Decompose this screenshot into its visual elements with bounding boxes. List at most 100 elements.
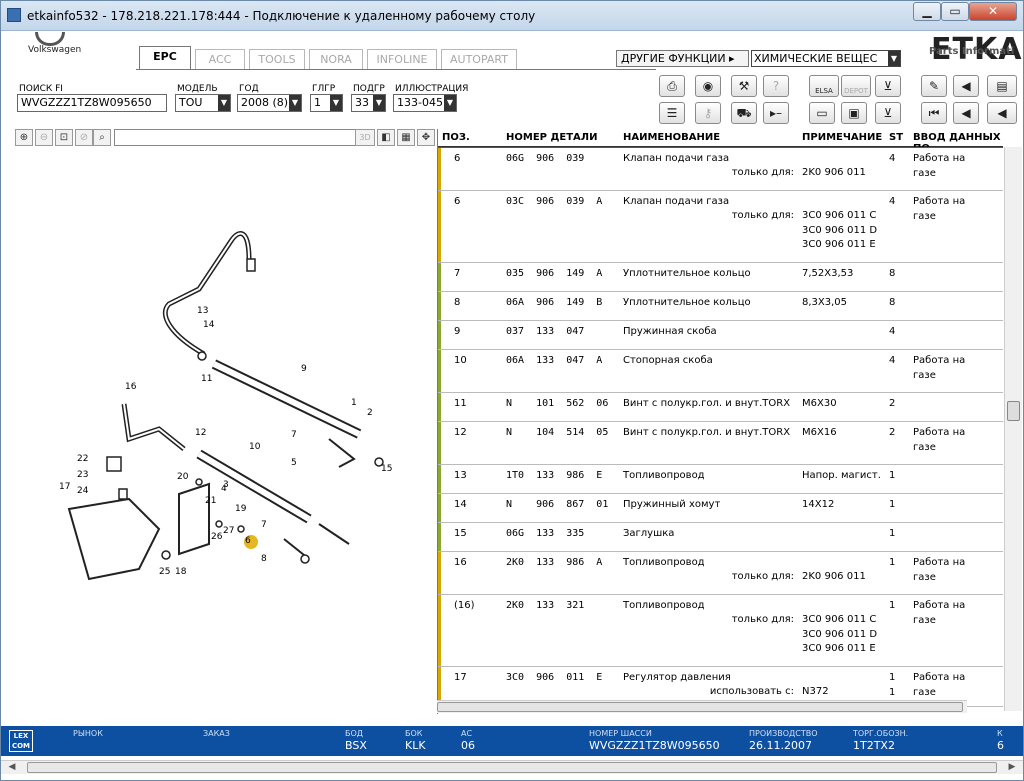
prev-page-icon[interactable]: ◀ [953, 102, 979, 124]
table-row[interactable]: 12 N 104 514 05 Винт с полукр.гол. и внут.… [438, 422, 1003, 465]
elsa-button[interactable]: ELSA [809, 75, 839, 97]
callout-label[interactable]: 6 [245, 536, 251, 546]
monitor-icon[interactable]: ▭ [809, 102, 835, 124]
zoom-in-icon[interactable]: ⊕ [15, 129, 33, 146]
chevron-down-icon[interactable]: ▼ [444, 95, 456, 111]
callout-label[interactable]: 17 [59, 482, 70, 492]
callout-label[interactable]: 22 [77, 454, 88, 464]
chevron-down-icon[interactable]: ▼ [289, 95, 301, 111]
tab-acc[interactable]: ACC [195, 49, 245, 69]
arrow-line-icon[interactable]: ▸– [763, 102, 789, 124]
tab-infoline[interactable]: INFOLINE [367, 49, 437, 69]
forward-list-icon[interactable]: ▤ [987, 75, 1017, 97]
other-functions-button[interactable]: ДРУГИЕ ФУНКЦИИ ▸ [616, 50, 749, 67]
parts-illustration[interactable]: 13 14 11 9 16 12 10 7 5 1 2 15 22 23 24 17 20 21 3 19 27 26 7 6… [9, 149, 435, 714]
callout-label[interactable]: 21 [205, 496, 216, 506]
table-row[interactable]: 11 N 101 562 06 Винт с полукр.гол. и внут.… [438, 393, 1003, 422]
callout-label[interactable]: 24 [77, 486, 89, 496]
chevron-down-icon[interactable]: ▼ [373, 95, 385, 111]
tools-icon[interactable]: ⚒ [731, 75, 757, 97]
depot-button[interactable]: DEPOT [841, 75, 871, 97]
drawing-search-input[interactable] [114, 129, 357, 146]
group-select[interactable]: 1 ▼ [310, 94, 343, 112]
minimize-button[interactable]: ▁ [913, 2, 941, 21]
callout-label[interactable]: 1 [351, 398, 357, 408]
callout-label[interactable]: 8 [261, 554, 267, 564]
scroll-thumb[interactable] [437, 702, 963, 712]
list-icon[interactable]: ☰ [659, 102, 685, 124]
callout-label[interactable]: 9 [301, 364, 307, 374]
layout-icon[interactable]: ▦ [397, 129, 415, 146]
back-list-icon[interactable]: ◀ [953, 75, 979, 97]
cart-add-icon[interactable]: ⊻ [875, 102, 901, 124]
zoom-reset-icon[interactable]: ⊘ [75, 129, 93, 146]
callout-label[interactable]: 5 [291, 458, 297, 468]
callout-label[interactable]: 18 [175, 567, 187, 577]
cart-icon[interactable]: ⊻ [875, 75, 901, 97]
callout-label[interactable]: 26 [211, 532, 223, 542]
callout-label[interactable]: 11 [201, 374, 212, 384]
chevron-down-icon[interactable]: ▼ [218, 95, 230, 111]
subgroup-select[interactable]: 33 ▼ [351, 94, 386, 112]
box-icon[interactable]: ▣ [841, 102, 867, 124]
callout-label[interactable]: 2 [367, 408, 373, 418]
scroll-left-icon[interactable]: ◀ [5, 762, 19, 773]
zoom-fit-icon[interactable]: ⊡ [55, 129, 73, 146]
chemicals-select[interactable]: ХИМИЧЕСКИЕ ВЕЩЕС ▼ [751, 50, 901, 67]
table-row[interactable]: 15 06G 133 335 Заглушка 1 [438, 523, 1003, 552]
illustration-select[interactable]: 133-045 ▼ [393, 94, 457, 112]
table-horizontal-scrollbar[interactable] [437, 700, 967, 713]
table-row[interactable]: 8 06A 906 149 B Уплотнительное кольцо 8,3X3… [438, 292, 1003, 321]
table-row[interactable]: 16 2K0 133 986 A Топливопровод 2K0 906 011 1… [438, 552, 1003, 595]
next-page-icon[interactable]: ◀ [987, 102, 1017, 124]
table-row[interactable]: 13 1T0 133 986 E Топливопровод Напор. магис… [438, 465, 1003, 494]
car-icon[interactable]: ⛟ [731, 102, 757, 124]
chevron-down-icon[interactable]: ▼ [330, 95, 342, 111]
scroll-right-icon[interactable]: ▶ [1005, 762, 1019, 773]
print-icon[interactable]: ⎙ [659, 75, 685, 97]
table-row[interactable]: (16) 2K0 133 321 Топливопровод 3C0 906 011 … [438, 595, 1003, 667]
table-row[interactable]: 10 06A 133 047 A Стопорная скоба 4 Работа на… [438, 350, 1003, 393]
tab-nora[interactable]: NORA [309, 49, 363, 69]
year-select[interactable]: 2008 (8) ▼ [237, 94, 302, 112]
split-view-icon[interactable]: ◧ [377, 129, 395, 146]
scroll-thumb[interactable] [1007, 401, 1020, 421]
table-vertical-scrollbar[interactable] [1004, 147, 1022, 711]
callout-label[interactable]: 23 [77, 470, 88, 480]
table-row[interactable]: 7 035 906 149 A Уплотнительное кольцо 7,52X… [438, 263, 1003, 292]
callout-label[interactable]: 13 [197, 306, 208, 316]
help-icon[interactable]: ? [763, 75, 789, 97]
search-icon[interactable]: ⌕ [93, 129, 111, 146]
callout-label[interactable]: 7 [291, 430, 297, 440]
callout-label[interactable]: 10 [249, 442, 261, 452]
model-select[interactable]: TOU ▼ [175, 94, 231, 112]
move-icon[interactable]: ✥ [417, 129, 435, 146]
table-row[interactable]: 9 037 133 047 Пружинная скоба 4 [438, 321, 1003, 350]
callout-label[interactable]: 4 [221, 484, 227, 494]
callout-label[interactable]: 16 [125, 382, 137, 392]
tab-epc[interactable]: EPC [139, 46, 191, 70]
search-input[interactable]: WVGZZZ1TZ8W095650 [17, 94, 167, 112]
table-row[interactable]: 14 N 906 867 01 Пружинный хомут 14X12 1 [438, 494, 1003, 523]
key-icon[interactable]: ⚷ [695, 102, 721, 124]
tab-tools[interactable]: TOOLS [249, 49, 305, 69]
main-horizontal-scrollbar[interactable]: ◀ ▶ [1, 760, 1023, 774]
callout-label[interactable]: 27 [223, 526, 234, 536]
callout-label[interactable]: 20 [177, 472, 189, 482]
chevron-down-icon[interactable]: ▼ [888, 51, 900, 66]
tab-autopart[interactable]: AUTOPART [441, 49, 517, 69]
scroll-thumb[interactable] [27, 762, 997, 773]
close-button[interactable]: ✕ [969, 2, 1017, 21]
callout-label[interactable]: 15 [381, 464, 392, 474]
callout-label[interactable]: 14 [203, 320, 215, 330]
maximize-button[interactable]: ▭ [941, 2, 969, 21]
disk-icon[interactable]: ◉ [695, 75, 721, 97]
table-row[interactable]: 6 03C 906 039 A Клапан подачи газа 3C0 906 … [438, 191, 1003, 263]
3d-view-icon[interactable]: 3D [355, 129, 375, 146]
table-row[interactable]: 6 06G 906 039 Клапан подачи газа 2K0 906 01… [438, 147, 1003, 192]
callout-label[interactable]: 25 [159, 567, 170, 577]
callout-label[interactable]: 7 [261, 520, 267, 530]
callout-label[interactable]: 19 [235, 504, 247, 514]
first-page-icon[interactable]: ⏮ [921, 102, 947, 124]
zoom-out-icon[interactable]: ⊖ [35, 129, 53, 146]
